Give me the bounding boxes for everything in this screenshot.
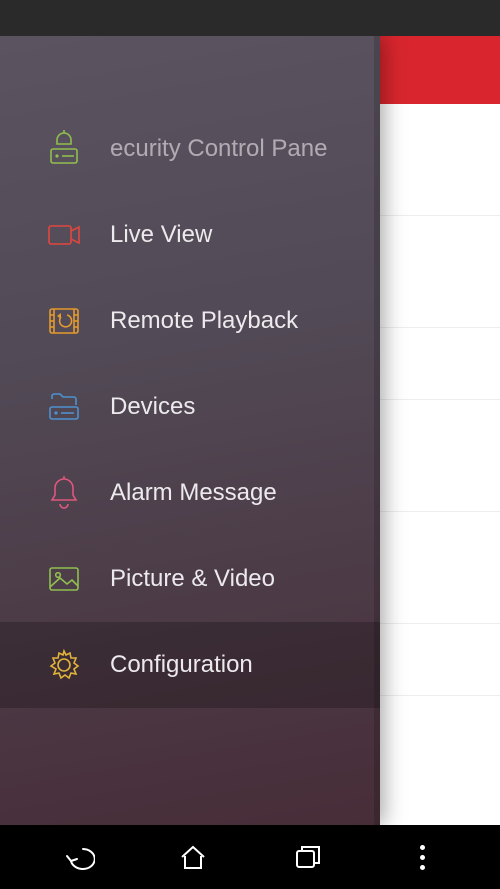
drawer-item-devices[interactable]: Devices <box>0 364 380 450</box>
drawer-item-alarm-message[interactable]: Alarm Message <box>0 450 380 536</box>
android-nav-bar <box>0 825 500 889</box>
nav-recent-button[interactable] <box>288 837 328 877</box>
drawer-item-label: ecurity Control Pane <box>110 135 327 163</box>
drawer-item-label: Alarm Message <box>110 479 277 507</box>
recent-apps-icon <box>294 844 322 870</box>
nav-back-button[interactable] <box>58 837 98 877</box>
devices-icon <box>44 387 84 427</box>
drawer-item-live-view[interactable]: Live View <box>0 192 380 278</box>
drawer-item-label: Configuration <box>110 651 253 679</box>
drawer-item-security-panel[interactable]: ecurity Control Pane <box>0 106 380 192</box>
playback-icon <box>44 301 84 341</box>
nav-more-button[interactable] <box>403 837 443 877</box>
nav-home-button[interactable] <box>173 837 213 877</box>
android-status-bar <box>0 0 500 36</box>
picture-video-icon <box>44 559 84 599</box>
drawer-item-label: Devices <box>110 393 195 421</box>
drawer-item-configuration[interactable]: Configuration <box>0 622 380 708</box>
drawer-item-picture-video[interactable]: Picture & Video <box>0 536 380 622</box>
navigation-drawer: ecurity Control Pane Live View <box>0 36 380 825</box>
security-panel-icon <box>44 129 84 169</box>
drawer-item-label: Live View <box>110 221 212 249</box>
drawer-item-label: Picture & Video <box>110 565 275 593</box>
more-icon <box>420 845 425 870</box>
drawer-item-remote-playback[interactable]: Remote Playback <box>0 278 380 364</box>
alarm-icon <box>44 473 84 513</box>
configuration-icon <box>44 645 84 685</box>
app-area: Pas Tra Wi- <box>0 36 500 825</box>
drawer-list: ecurity Control Pane Live View <box>0 36 380 708</box>
live-view-icon <box>44 215 84 255</box>
home-icon <box>178 843 208 871</box>
drawer-item-label: Remote Playback <box>110 307 298 335</box>
back-icon <box>61 843 95 871</box>
